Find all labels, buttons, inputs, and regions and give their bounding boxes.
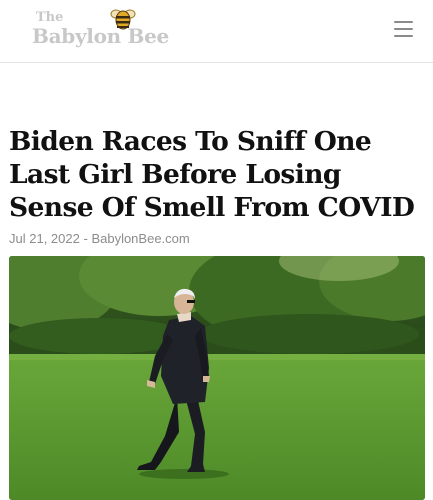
meta-separator: - [83,231,88,246]
article-headline[interactable]: Biden Races To Sniff One Last Girl Befor… [9,125,427,224]
logo-the-text: The [36,10,64,25]
logo-name-text: Babylon Bee [32,24,169,48]
article-hero-image[interactable] [9,256,425,500]
hamburger-menu-icon[interactable] [390,17,418,41]
site-header: The Babylon Bee [0,0,433,63]
site-logo[interactable]: The Babylon Bee [32,8,172,54]
article-meta: Jul 21, 2022 - BabylonBee.com [9,231,190,246]
man-walking-on-lawn-photo [9,256,425,500]
article-source[interactable]: BabylonBee.com [91,231,189,246]
article-date: Jul 21, 2022 [9,231,80,246]
